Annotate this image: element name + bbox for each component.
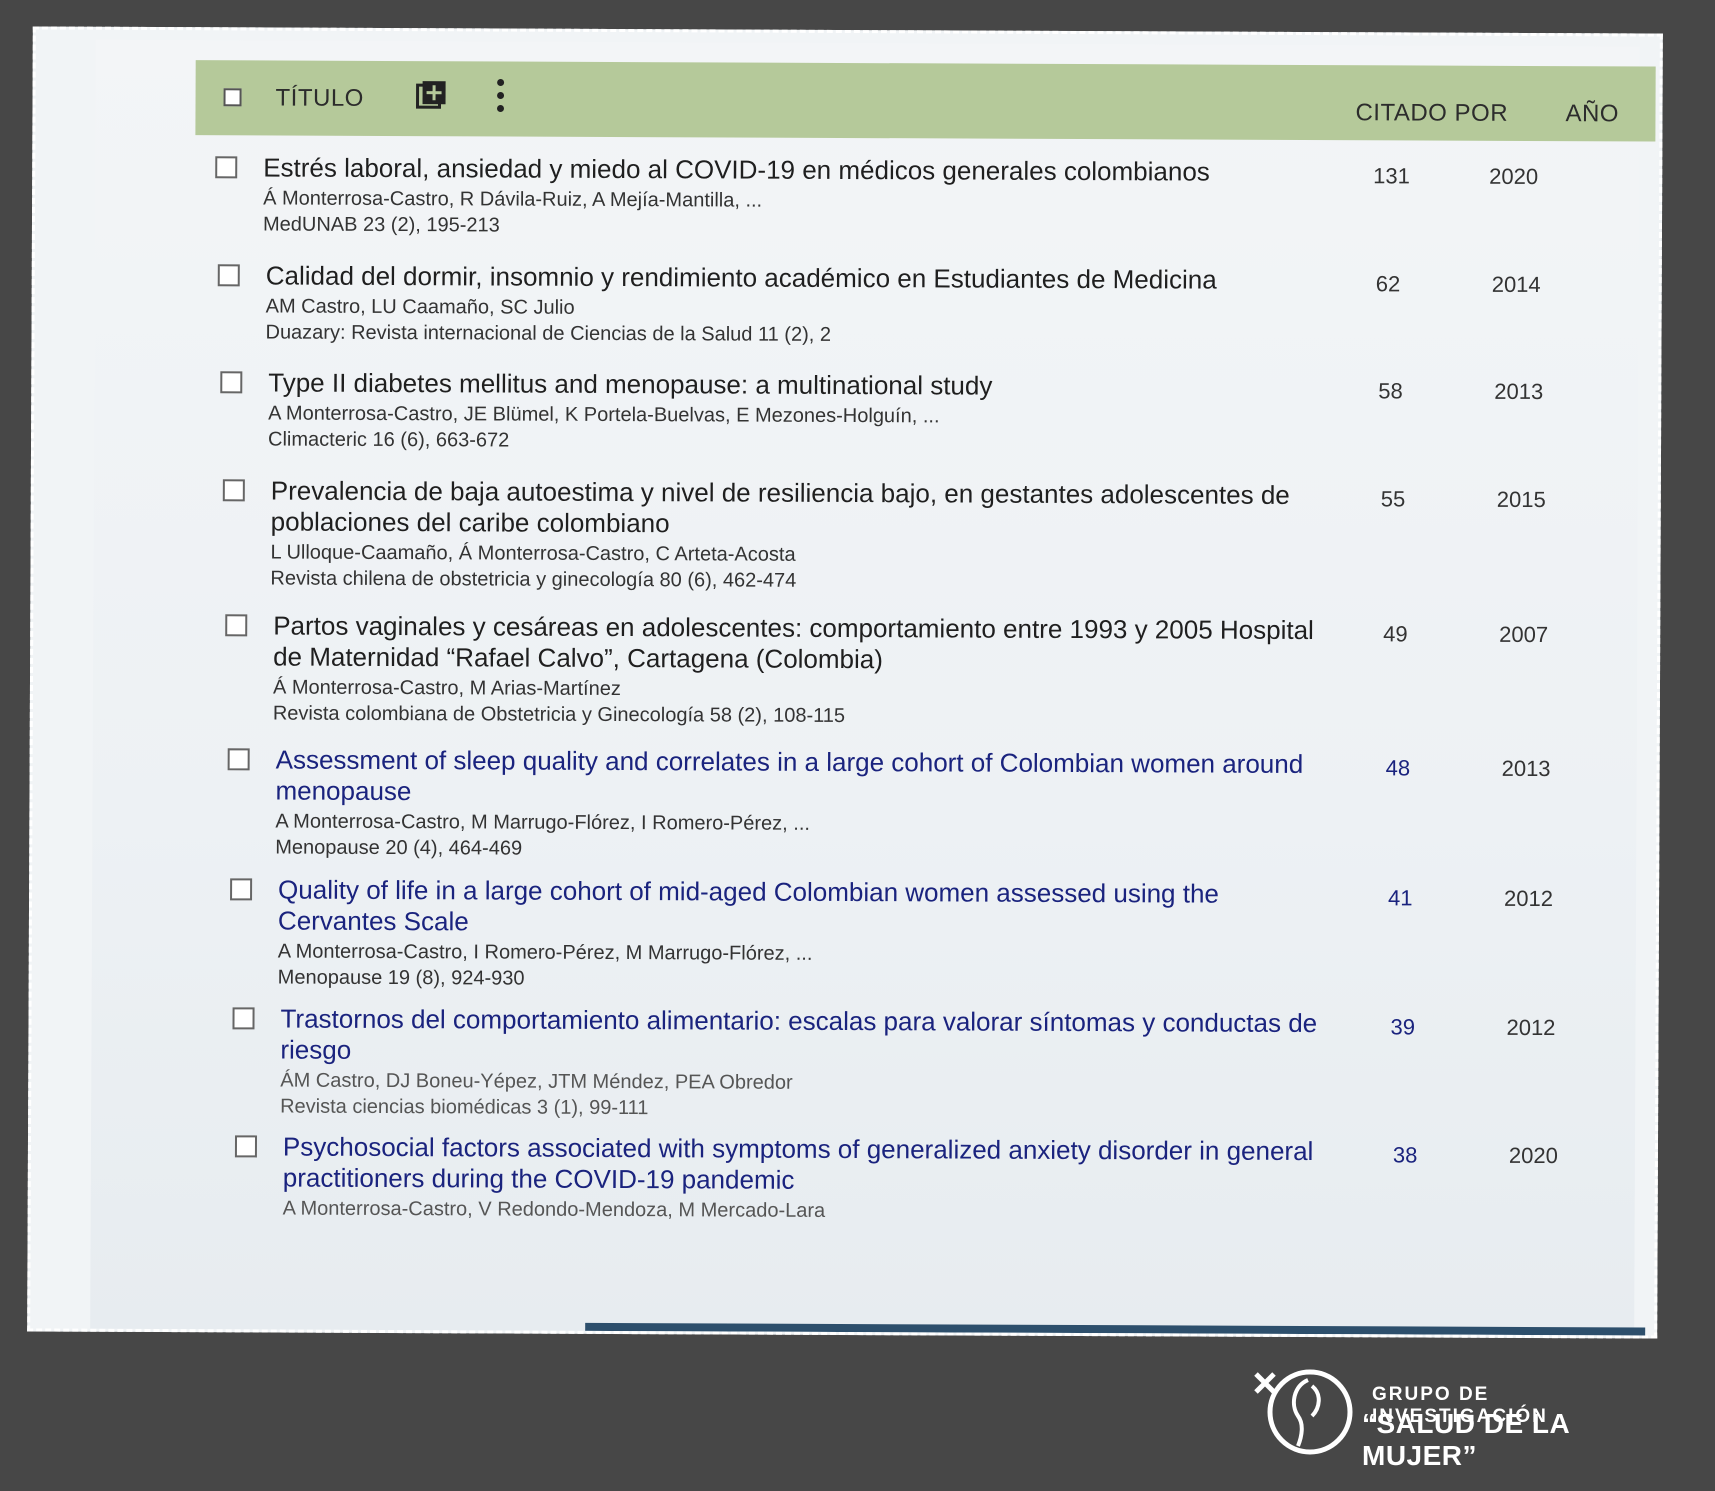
screenshot-photo: TÍTULO CITADO POR AÑO Estrés laboral, an…: [27, 26, 1663, 1339]
article-row: Estrés laboral, ansiedad y miedo al COVI…: [215, 152, 1663, 236]
article-year: 2013: [1501, 755, 1551, 782]
article-venue: Revista ciencias biomédicas 3 (1), 99-11…: [280, 1095, 649, 1120]
cited-by-count[interactable]: 55: [1381, 486, 1406, 512]
article-venue: Duazary: Revista internacional de Cienci…: [265, 321, 832, 346]
article-year: 2012: [1504, 885, 1554, 912]
article-year: 2015: [1496, 486, 1546, 513]
article-checkbox[interactable]: [217, 264, 240, 287]
article-checkbox[interactable]: [234, 1135, 258, 1158]
cited-by-count[interactable]: 58: [1378, 378, 1403, 404]
cited-by-count[interactable]: 48: [1386, 755, 1411, 781]
article-year: 2012: [1506, 1014, 1556, 1041]
logo-text-line2: “SALUD DE LA MUJER”: [1362, 1408, 1570, 1471]
article-title[interactable]: Prevalencia de baja autoestima y nivel d…: [271, 475, 1331, 542]
article-row: Prevalencia de baja autoestima y nivel d…: [222, 475, 1663, 592]
article-checkbox[interactable]: [232, 1007, 255, 1030]
cited-by-count[interactable]: 39: [1390, 1014, 1415, 1040]
article-checkbox[interactable]: [220, 371, 243, 394]
article-title[interactable]: Trastornos del comportamiento alimentari…: [280, 1004, 1340, 1071]
article-venue: Revista colombiana de Obstetricia y Gine…: [272, 702, 846, 728]
cited-by-count[interactable]: 41: [1388, 885, 1413, 911]
article-year: 2020: [1508, 1142, 1558, 1169]
group-logo: GRUPO DE INVESTIGACIÓN “SALUD DE LA MUJE…: [1250, 1360, 1670, 1471]
article-row: Partos vaginales y cesáreas en adolescen…: [225, 610, 1663, 727]
article-venue: Menopause 20 (4), 464-469: [275, 836, 523, 860]
cited-by-count[interactable]: 62: [1376, 271, 1401, 297]
article-row: Quality of life in a large cohort of mid…: [230, 874, 1663, 990]
cited-by-count[interactable]: 38: [1393, 1142, 1418, 1168]
scholar-publication-list: TÍTULO CITADO POR AÑO Estrés laboral, an…: [90, 39, 1656, 1336]
article-title[interactable]: Psychosocial factors associated with sym…: [283, 1132, 1343, 1199]
article-venue: MedUNAB 23 (2), 195-213: [262, 213, 500, 237]
article-year: 2013: [1494, 378, 1544, 405]
article-title[interactable]: Partos vaginales y cesáreas en adolescen…: [273, 611, 1333, 678]
article-title[interactable]: Estrés laboral, ansiedad y miedo al COVI…: [263, 152, 1323, 188]
article-year: 2020: [1489, 163, 1539, 190]
salud-mujer-logo-icon: [1254, 1369, 1353, 1455]
article-title[interactable]: Quality of life in a large cohort of mid…: [278, 875, 1338, 942]
article-year: 2014: [1491, 271, 1541, 298]
article-venue: Revista chilena de obstetricia y ginecol…: [270, 567, 797, 592]
article-checkbox[interactable]: [225, 614, 248, 637]
cited-by-count[interactable]: 49: [1383, 621, 1408, 647]
article-row: Psychosocial factors associated with sym…: [234, 1131, 1663, 1222]
article-year: 2007: [1499, 621, 1549, 648]
article-row: Assessment of sleep quality and correlat…: [227, 744, 1663, 860]
cited-by-count[interactable]: 131: [1373, 163, 1410, 189]
article-venue: Menopause 19 (8), 924-930: [277, 966, 525, 990]
article-title[interactable]: Calidad del dormir, insomnio y rendimien…: [266, 260, 1326, 296]
article-title[interactable]: Assessment of sleep quality and correlat…: [275, 745, 1335, 812]
article-row: Type II diabetes mellitus and menopause:…: [220, 367, 1662, 452]
article-row: Trastornos del comportamiento alimentari…: [232, 1003, 1663, 1119]
article-checkbox[interactable]: [215, 156, 238, 179]
article-checkbox[interactable]: [222, 479, 245, 502]
article-venue: Climacteric 16 (6), 663-672: [268, 428, 510, 452]
article-authors: A Monterrosa-Castro, V Redondo-Mendoza, …: [282, 1197, 826, 1222]
article-checkbox[interactable]: [227, 748, 250, 771]
article-row: Calidad del dormir, insomnio y rendimien…: [217, 260, 1663, 346]
article-list: Estrés laboral, ansiedad y miedo al COVI…: [90, 40, 1640, 1336]
article-title[interactable]: Type II diabetes mellitus and menopause:…: [268, 367, 1328, 403]
article-checkbox[interactable]: [230, 878, 253, 901]
